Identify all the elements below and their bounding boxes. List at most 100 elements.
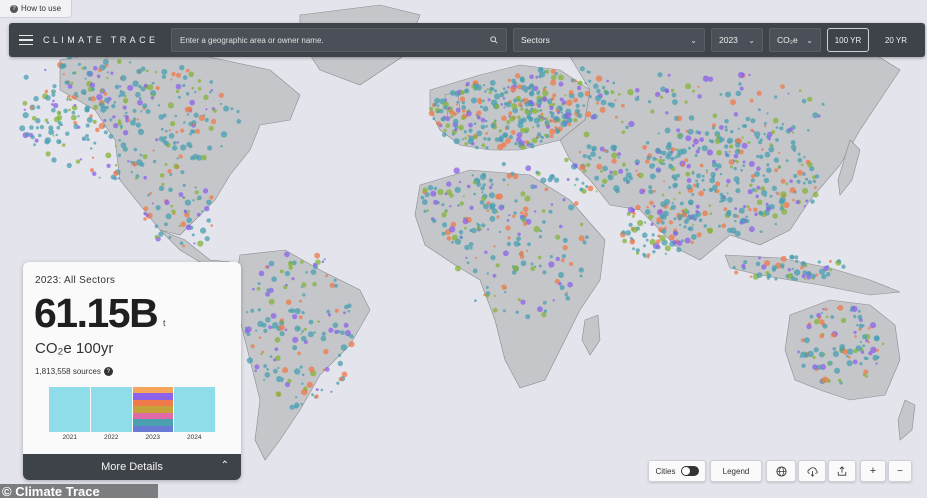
emission-source-marker[interactable] [825, 272, 831, 277]
emission-source-marker[interactable] [494, 89, 497, 93]
emission-source-marker[interactable] [584, 82, 587, 85]
emission-source-marker[interactable] [773, 117, 779, 124]
emission-source-marker[interactable] [263, 328, 268, 333]
emission-source-marker[interactable] [528, 116, 533, 121]
emission-source-marker[interactable] [461, 116, 466, 120]
emission-source-marker[interactable] [103, 65, 106, 69]
emission-source-marker[interactable] [197, 79, 202, 83]
emission-source-marker[interactable] [266, 288, 270, 293]
emission-source-marker[interactable] [732, 265, 736, 270]
emission-source-marker[interactable] [546, 98, 553, 105]
emission-source-marker[interactable] [776, 192, 780, 196]
emission-source-marker[interactable] [765, 202, 769, 206]
emission-source-marker[interactable] [294, 402, 300, 409]
emission-source-marker[interactable] [692, 144, 695, 147]
emission-source-marker[interactable] [464, 142, 469, 146]
emission-source-marker[interactable] [170, 121, 176, 127]
emission-source-marker[interactable] [463, 130, 467, 134]
emission-source-marker[interactable] [258, 270, 265, 277]
emission-source-marker[interactable] [273, 368, 278, 374]
emission-source-marker[interactable] [514, 142, 518, 146]
emission-source-marker[interactable] [751, 187, 756, 192]
emission-source-marker[interactable] [327, 313, 331, 317]
emission-source-marker[interactable] [182, 183, 186, 187]
emission-source-marker[interactable] [507, 236, 511, 240]
emission-source-marker[interactable] [501, 142, 507, 148]
emission-source-marker[interactable] [857, 314, 863, 320]
emission-source-marker[interactable] [263, 364, 268, 368]
emission-source-marker[interactable] [695, 182, 700, 187]
climate-trace-logo[interactable]: CLIMATE TRACE [43, 35, 165, 45]
emission-source-marker[interactable] [77, 62, 81, 66]
emission-source-marker[interactable] [114, 145, 117, 148]
emission-source-marker[interactable] [801, 274, 806, 279]
emission-source-marker[interactable] [92, 119, 97, 124]
more-details-button[interactable]: More Details ⌃ [23, 454, 241, 480]
emission-source-marker[interactable] [686, 184, 692, 190]
emission-source-marker[interactable] [208, 125, 214, 131]
emission-source-marker[interactable] [596, 163, 603, 170]
emission-source-marker[interactable] [167, 102, 174, 109]
emission-source-marker[interactable] [451, 132, 455, 136]
emission-source-marker[interactable] [542, 300, 547, 305]
emission-source-marker[interactable] [135, 122, 141, 128]
emission-source-marker[interactable] [576, 85, 582, 91]
emission-source-marker[interactable] [631, 214, 635, 218]
emission-source-marker[interactable] [683, 208, 688, 213]
emission-source-marker[interactable] [93, 66, 98, 71]
emission-source-marker[interactable] [685, 135, 692, 142]
emission-source-marker[interactable] [610, 144, 617, 151]
emission-source-marker[interactable] [167, 169, 172, 174]
emission-source-marker[interactable] [549, 255, 553, 259]
emission-source-marker[interactable] [723, 207, 728, 212]
emission-source-marker[interactable] [91, 156, 95, 159]
emission-source-marker[interactable] [761, 190, 768, 197]
emission-source-marker[interactable] [860, 350, 865, 354]
emission-source-marker[interactable] [336, 381, 340, 385]
emission-source-marker[interactable] [178, 224, 181, 228]
emission-source-marker[interactable] [579, 188, 582, 191]
emission-source-marker[interactable] [661, 150, 667, 156]
emission-source-marker[interactable] [733, 112, 739, 117]
emission-source-marker[interactable] [739, 86, 744, 91]
emission-source-marker[interactable] [250, 344, 255, 349]
emission-source-marker[interactable] [314, 394, 319, 399]
emission-source-marker[interactable] [642, 144, 647, 150]
emission-source-marker[interactable] [454, 125, 459, 130]
emission-source-marker[interactable] [301, 382, 304, 385]
emission-source-marker[interactable] [769, 204, 775, 210]
emission-source-marker[interactable] [685, 83, 692, 90]
emission-source-marker[interactable] [165, 213, 172, 220]
emission-source-marker[interactable] [322, 368, 326, 372]
emission-source-marker[interactable] [507, 78, 512, 83]
emission-source-marker[interactable] [533, 226, 540, 233]
emission-source-marker[interactable] [652, 204, 656, 208]
emission-source-marker[interactable] [246, 311, 249, 314]
emission-source-marker[interactable] [348, 341, 355, 348]
emission-source-marker[interactable] [340, 330, 345, 336]
emission-source-marker[interactable] [735, 159, 739, 164]
emission-source-marker[interactable] [797, 169, 803, 176]
emission-source-marker[interactable] [769, 194, 773, 198]
emission-source-marker[interactable] [828, 259, 832, 263]
emission-source-marker[interactable] [311, 393, 315, 397]
emission-source-marker[interactable] [677, 214, 683, 220]
emission-source-marker[interactable] [750, 118, 756, 124]
emission-source-marker[interactable] [657, 234, 661, 238]
emission-source-marker[interactable] [317, 320, 321, 323]
emission-source-marker[interactable] [568, 90, 574, 95]
emission-source-marker[interactable] [664, 245, 671, 252]
emission-source-marker[interactable] [66, 98, 69, 101]
emission-source-marker[interactable] [284, 251, 290, 258]
emission-source-marker[interactable] [461, 105, 467, 110]
emission-source-marker[interactable] [853, 348, 858, 354]
100yr-button[interactable]: 100 YR [827, 28, 869, 52]
emission-source-marker[interactable] [323, 349, 329, 355]
emission-source-marker[interactable] [706, 149, 714, 156]
emission-source-marker[interactable] [278, 324, 285, 331]
emission-source-marker[interactable] [600, 99, 607, 106]
emission-source-marker[interactable] [154, 234, 159, 239]
emission-source-marker[interactable] [456, 103, 459, 106]
emission-source-marker[interactable] [111, 104, 116, 109]
emission-source-marker[interactable] [291, 277, 295, 281]
